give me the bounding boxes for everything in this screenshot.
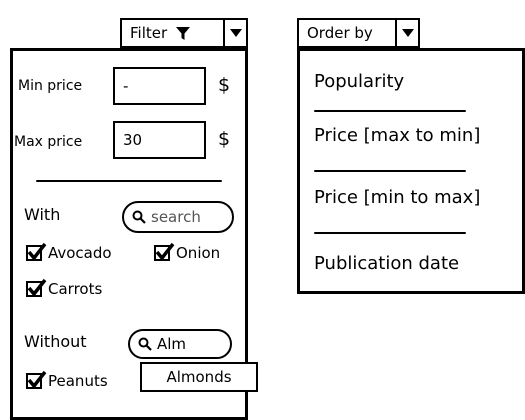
funnel-icon xyxy=(176,27,191,40)
checkmark-icon xyxy=(27,278,47,296)
checkbox-avocado[interactable] xyxy=(26,242,47,261)
checkbox-onion[interactable] xyxy=(154,242,175,261)
filter-button-label: Filter xyxy=(130,24,168,42)
checkbox-carrots[interactable] xyxy=(26,278,47,297)
max-price-label: Max price xyxy=(14,134,83,150)
magnifier-icon xyxy=(132,210,146,224)
min-price-label: Min price xyxy=(18,78,83,94)
checkmark-icon xyxy=(27,242,47,260)
with-item-label: Onion xyxy=(176,244,221,262)
order-option-popularity[interactable]: Popularity xyxy=(314,71,404,92)
without-item-label: Peanuts xyxy=(48,372,108,390)
order-option-price-min-to-max[interactable]: Price [min to max] xyxy=(314,187,480,208)
divider xyxy=(314,170,466,172)
without-search-value: Alm xyxy=(157,335,187,353)
checkmark-icon xyxy=(27,370,47,388)
triangle-down-icon xyxy=(401,29,414,37)
with-label: With xyxy=(24,205,61,224)
order-by-button-label: Order by xyxy=(307,24,373,42)
with-item-label: Carrots xyxy=(48,280,103,298)
checkmark-icon xyxy=(155,242,175,260)
magnifier-icon xyxy=(138,337,152,351)
triangle-down-icon xyxy=(229,29,242,37)
order-dropdown-toggle[interactable] xyxy=(395,18,420,48)
with-item-label: Avocado xyxy=(48,244,112,262)
with-item-avocado[interactable]: Avocado xyxy=(26,242,112,262)
with-item-carrots[interactable]: Carrots xyxy=(26,278,103,298)
with-search-input[interactable]: search xyxy=(122,201,234,233)
order-option-price-max-to-min[interactable]: Price [max to min] xyxy=(314,125,480,146)
divider xyxy=(314,232,466,234)
without-item-peanuts[interactable]: Peanuts xyxy=(26,370,108,390)
divider xyxy=(36,180,222,182)
suggestion-label: Almonds xyxy=(166,368,232,386)
order-option-publication-date[interactable]: Publication date xyxy=(314,253,459,274)
min-price-currency: $ xyxy=(218,74,231,96)
autocomplete-suggestion[interactable]: Almonds xyxy=(140,362,258,392)
divider xyxy=(314,110,466,112)
min-price-input[interactable]: - xyxy=(113,67,206,105)
order-by-button[interactable]: Order by xyxy=(297,18,397,48)
with-search-placeholder: search xyxy=(151,208,201,226)
max-price-currency: $ xyxy=(218,128,231,150)
filter-button[interactable]: Filter xyxy=(120,18,225,48)
with-item-onion[interactable]: Onion xyxy=(154,242,221,262)
max-price-input[interactable]: 30 xyxy=(113,121,206,159)
checkbox-peanuts[interactable] xyxy=(26,370,47,389)
filter-dropdown-toggle[interactable] xyxy=(223,18,248,48)
without-search-input[interactable]: Alm xyxy=(128,329,232,359)
without-label: Without xyxy=(24,332,87,351)
